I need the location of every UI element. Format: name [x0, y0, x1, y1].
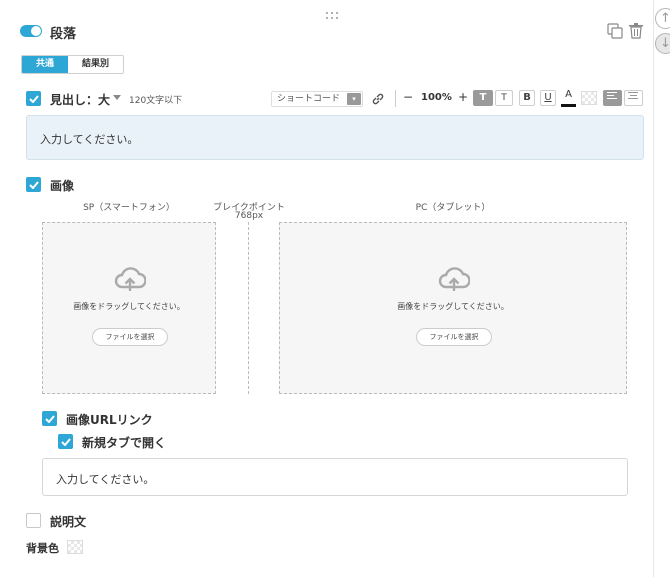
- new-tab-label: 新規タブで開く: [82, 436, 167, 450]
- image-url-link-checkbox[interactable]: [42, 411, 57, 426]
- breakpoint-value: 768px: [234, 211, 264, 221]
- trash-icon[interactable]: [629, 23, 643, 39]
- check-icon: [60, 437, 71, 446]
- check-icon: [28, 94, 39, 103]
- pc-file-select-button[interactable]: ファイルを選択: [416, 328, 492, 346]
- result-tabs: 共通 結果別: [21, 55, 125, 74]
- underline-button[interactable]: U: [540, 90, 556, 106]
- align-center-button[interactable]: [624, 90, 643, 106]
- shortcode-caret: ▾: [347, 93, 361, 105]
- align-left-button[interactable]: [603, 90, 622, 106]
- pc-label: PC（タブレット）: [415, 203, 491, 213]
- move-down-button[interactable]: ↓: [655, 33, 670, 54]
- zoom-out-button[interactable]: −: [403, 90, 413, 104]
- image-url-link-label: 画像URLリンク: [66, 413, 153, 427]
- bold-button[interactable]: B: [519, 90, 535, 106]
- pc-drop-text: 画像をドラッグしてください。: [397, 302, 509, 311]
- link-icon[interactable]: [371, 91, 385, 105]
- zoom-level: 100%: [421, 92, 452, 103]
- image-label: 画像: [50, 179, 75, 193]
- description-label: 説明文: [50, 515, 87, 529]
- check-icon: [44, 414, 55, 423]
- sp-drop-text: 画像をドラッグしてください。: [73, 302, 185, 311]
- move-up-button[interactable]: ↑: [655, 8, 670, 29]
- font-color-button[interactable]: A: [561, 89, 576, 107]
- pc-image-dropzone[interactable]: 画像をドラッグしてください。 ファイルを選択: [279, 222, 627, 394]
- block-title: 段落: [50, 27, 77, 42]
- toolbar-divider: [395, 90, 396, 107]
- block-enable-toggle[interactable]: [20, 25, 42, 37]
- align-center-icon: [628, 92, 638, 99]
- heading-size-label[interactable]: 見出し：大: [50, 91, 110, 108]
- shortcode-label: ショートコード: [277, 94, 341, 104]
- image-checkbox[interactable]: [26, 177, 41, 192]
- background-color-label: 背景色: [26, 542, 59, 555]
- arrow-down-icon: ↓: [660, 36, 670, 51]
- zoom-in-button[interactable]: +: [458, 90, 468, 104]
- heading-input[interactable]: 入力してください。: [26, 115, 644, 160]
- check-icon: [28, 180, 39, 189]
- tab-by-result[interactable]: 結果別: [68, 56, 124, 73]
- duplicate-icon[interactable]: [607, 23, 623, 39]
- background-swatch-icon[interactable]: [581, 91, 597, 105]
- text-large-button[interactable]: T: [473, 90, 493, 106]
- cloud-upload-icon: [438, 267, 470, 291]
- image-url-input[interactable]: 入力してください。: [42, 458, 628, 496]
- cloud-upload-icon: [114, 267, 146, 291]
- sp-file-select-button[interactable]: ファイルを選択: [92, 328, 168, 346]
- breakpoint-divider: [248, 222, 249, 394]
- chevron-down-icon[interactable]: [113, 95, 121, 100]
- heading-checkbox[interactable]: [26, 91, 41, 106]
- background-color-picker[interactable]: [67, 540, 83, 554]
- paragraph-block-panel: 段落 共通 結果別 見出し：大 120文字以下 ショートコード ▾ − 100%…: [0, 0, 654, 577]
- tab-common[interactable]: 共通: [22, 56, 69, 73]
- description-checkbox[interactable]: [26, 513, 41, 528]
- sp-label: SP（スマートフォン）: [83, 203, 175, 213]
- text-small-button[interactable]: T: [495, 90, 513, 106]
- sp-image-dropzone[interactable]: 画像をドラッグしてください。 ファイルを選択: [42, 222, 216, 394]
- drag-handle-icon[interactable]: [326, 12, 338, 22]
- heading-limit-note: 120文字以下: [129, 96, 183, 106]
- shortcode-select[interactable]: ショートコード ▾: [271, 91, 363, 107]
- arrow-up-icon: ↑: [660, 11, 670, 26]
- align-left-icon: [607, 92, 617, 99]
- new-tab-checkbox[interactable]: [58, 434, 73, 449]
